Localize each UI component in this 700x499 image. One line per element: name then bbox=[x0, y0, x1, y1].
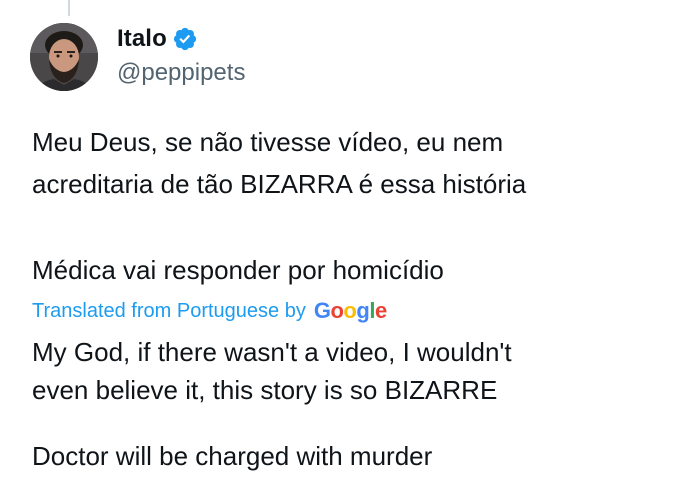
translated-text-line-1: My God, if there wasn't a video, I would… bbox=[32, 337, 512, 367]
translated-text-line-3: Doctor will be charged with murder bbox=[32, 441, 433, 471]
avatar-photo-icon bbox=[30, 23, 98, 91]
name-row: Italo bbox=[117, 22, 245, 56]
original-text-line-1: Meu Deus, se não tivesse vídeo, eu nem bbox=[32, 127, 504, 157]
thread-connector-line bbox=[68, 0, 70, 16]
translation-notice[interactable]: Translated from Portuguese by Google bbox=[32, 297, 387, 325]
translated-text-line-2: even believe it, this story is so BIZARR… bbox=[32, 375, 498, 405]
original-text-line-3: Médica vai responder por homicídio bbox=[32, 255, 444, 285]
author-handle[interactable]: @peppipets bbox=[117, 58, 245, 88]
author-display-name[interactable]: Italo bbox=[117, 25, 167, 53]
tweet-header: Italo @peppipets bbox=[30, 22, 245, 92]
author-info: Italo @peppipets bbox=[117, 22, 245, 88]
original-text-line-2: acreditaria de tão BIZARRA é essa histór… bbox=[32, 169, 527, 199]
verified-badge-icon bbox=[172, 26, 198, 52]
google-logo: Google bbox=[313, 298, 387, 323]
translation-notice-text: Translated from Portuguese by bbox=[32, 300, 306, 322]
avatar[interactable] bbox=[30, 23, 98, 91]
